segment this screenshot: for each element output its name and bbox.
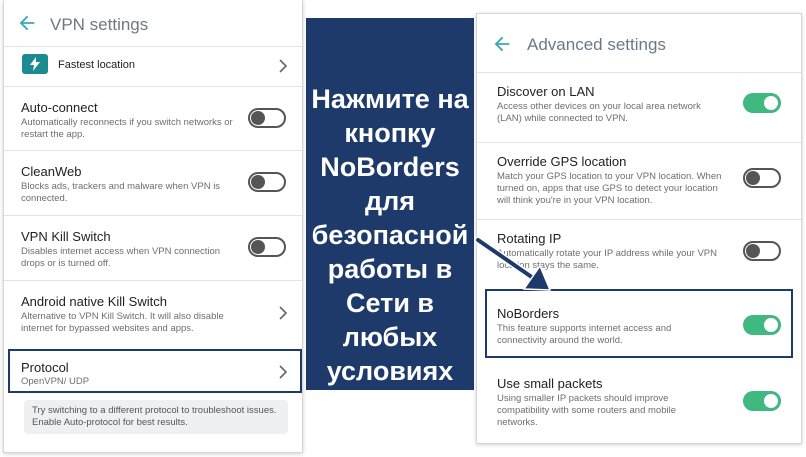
override-gps-title: Override GPS location [497,154,627,169]
cleanweb-row: CleanWeb Blocks ads, trackers and malwar… [4,150,302,216]
native-kill-switch-row[interactable]: Android native Kill Switch Alternative t… [4,280,302,346]
vpn-settings-appbar: VPN settings [4,0,302,46]
back-arrow-icon[interactable] [16,12,38,34]
override-gps-desc: Match your GPS location to your VPN loca… [497,171,722,206]
protocol-note-text: Try switching to a different protocol to… [32,405,277,428]
rotating-ip-title: Rotating IP [497,231,562,246]
discover-lan-title: Discover on LAN [497,84,595,99]
fastest-location-row[interactable]: Fastest location [4,46,302,87]
kill-switch-desc: Disables internet access when VPN connec… [21,246,221,269]
native-kill-switch-title: Android native Kill Switch [21,294,167,309]
small-packets-toggle[interactable] [743,391,781,411]
banner-text: Нажмите на кнопку NoBorders для безопасн… [311,84,469,386]
kill-switch-title: VPN Kill Switch [21,229,111,244]
rotating-ip-row: Rotating IP Automatically rotate your IP… [477,219,801,290]
native-kill-switch-desc: Alternative to VPN Kill Switch. It will … [21,311,224,334]
back-arrow-icon[interactable] [491,33,513,55]
small-packets-row: Use small packets Using smaller IP packe… [477,364,801,443]
page-title: VPN settings [50,15,149,34]
discover-lan-toggle[interactable] [743,93,781,113]
advanced-settings-appbar: Advanced settings [477,14,801,60]
rotating-ip-toggle[interactable] [743,241,781,261]
small-packets-title: Use small packets [497,376,603,391]
discover-lan-desc: Access other devices on your local area … [497,101,701,124]
page-title: Advanced settings [527,35,666,54]
instruction-banner: Нажмите на кнопку NoBorders для безопасн… [306,18,474,390]
vpn-settings-panel: VPN settings Fastest location Auto-conne… [3,0,303,453]
discover-lan-row: Discover on LAN Access other devices on … [477,72,801,143]
kill-switch-row: VPN Kill Switch Disables internet access… [4,215,302,281]
auto-connect-desc: Automatically reconnects if you switch n… [21,117,233,140]
lightning-icon [22,54,48,74]
protocol-highlight [8,349,302,393]
override-gps-row: Override GPS location Match your GPS loc… [477,142,801,220]
advanced-settings-panel: Advanced settings Discover on LAN Access… [476,13,802,444]
auto-connect-toggle[interactable] [248,108,286,128]
chevron-right-icon [279,59,288,73]
rotating-ip-desc: Automatically rotate your IP address whi… [497,248,718,271]
chevron-right-icon [279,306,288,320]
auto-connect-row: Auto-connect Automatically reconnects if… [4,86,302,151]
small-packets-desc: Using smaller IP packets should improve … [497,393,676,428]
cleanweb-title: CleanWeb [21,164,82,179]
fastest-location-label: Fastest location [58,59,136,71]
auto-connect-title: Auto-connect [21,100,98,115]
kill-switch-toggle[interactable] [248,237,286,257]
cleanweb-desc: Blocks ads, trackers and malware when VP… [21,181,221,204]
cleanweb-toggle[interactable] [248,172,286,192]
protocol-note: Try switching to a different protocol to… [24,400,288,434]
noborders-highlight [485,289,793,358]
override-gps-toggle[interactable] [743,168,781,188]
